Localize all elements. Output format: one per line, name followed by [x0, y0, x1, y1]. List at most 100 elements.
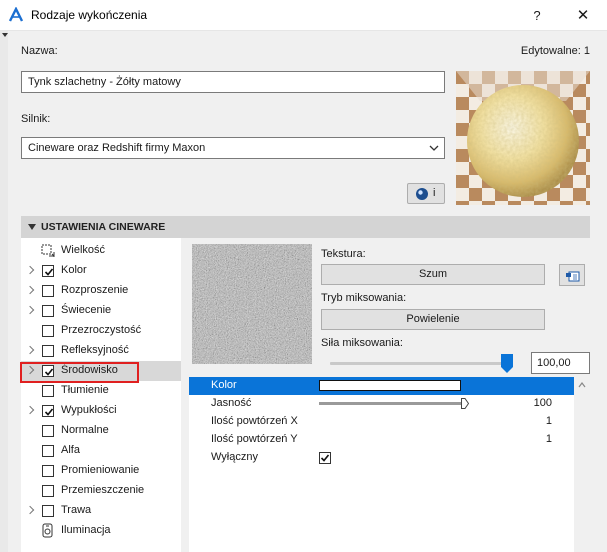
brightness-slider-thumb[interactable] [461, 398, 470, 409]
tree-item-wielkosc[interactable]: Wielkość [21, 241, 181, 261]
render-settings-button[interactable]: i [407, 183, 445, 204]
property-name: Wyłączny [211, 451, 258, 463]
property-table: Kolor Jasność 100 Ilość powtórzeń X 1 Ilość p… [189, 377, 574, 552]
property-name: Jasność [211, 397, 252, 409]
tree-item-label: Przemieszczenie [61, 484, 145, 496]
texture-preview [192, 244, 312, 364]
tree-item-promieniowanie[interactable]: Promieniowanie [21, 461, 181, 481]
channel-checkbox[interactable] [42, 445, 54, 457]
help-button[interactable]: ? [520, 4, 554, 28]
channel-checkbox[interactable] [42, 405, 54, 417]
property-row-wylaczny[interactable]: Wyłączny [189, 449, 574, 467]
tree-item-label: Promieniowanie [61, 464, 140, 476]
channel-checkbox[interactable] [42, 345, 54, 357]
blend-strength-slider-thumb[interactable] [501, 354, 513, 373]
property-row-ilosc-powtorzen-x[interactable]: Ilość powtórzeń X 1 [189, 413, 574, 431]
blend-strength-input[interactable]: 100,00 [531, 352, 590, 374]
folder-open-icon [566, 271, 580, 282]
tree-item-label: Normalne [61, 424, 109, 436]
property-name: Ilość powtórzeń Y [211, 433, 298, 445]
channel-checkbox[interactable] [42, 485, 54, 497]
tree-item-label: Wielkość [61, 244, 106, 256]
tree-item-przezroczystosc[interactable]: Przezroczystość [21, 321, 181, 341]
tree-item-label: Alfa [61, 444, 80, 456]
channel-checkbox[interactable] [42, 265, 54, 277]
collapse-arrow-icon[interactable] [2, 33, 8, 37]
texture-label: Tekstura: [321, 248, 366, 260]
blend-mode-button[interactable]: Powielenie [321, 309, 545, 330]
name-input[interactable]: Tynk szlachetny - Żółty matowy [21, 71, 445, 93]
engine-select[interactable]: Cineware oraz Redshift firmy Maxon [21, 137, 445, 159]
brightness-slider-track[interactable] [319, 402, 465, 405]
tree-item-kolor[interactable]: Kolor [21, 261, 181, 281]
tree-item-label: Kolor [61, 264, 87, 276]
channel-checkbox[interactable] [42, 505, 54, 517]
tree-item-label: Wypukłości [61, 404, 117, 416]
property-name: Ilość powtórzeń X [211, 415, 298, 427]
tree-item-label: Iluminacja [61, 524, 111, 536]
scroll-up-icon[interactable] [578, 382, 586, 388]
tree-item-label: Rozproszenie [61, 284, 129, 296]
expand-triangle-icon[interactable] [28, 224, 36, 230]
scrollbar[interactable] [574, 377, 590, 552]
expand-arrow-icon[interactable] [25, 505, 35, 515]
tree-item-rozproszenie[interactable]: Rozproszenie [21, 281, 181, 301]
tree-item-label: Przezroczystość [61, 324, 142, 336]
property-name: Kolor [211, 379, 237, 391]
expand-arrow-icon[interactable] [25, 285, 35, 295]
tree-item-wypuklosci[interactable]: Wypukłości [21, 401, 181, 421]
chevron-down-icon [429, 145, 439, 151]
annotation-highlight-box [20, 362, 139, 383]
property-value[interactable]: 100 [534, 397, 552, 409]
tree-item-label: Refleksyjność [61, 344, 129, 356]
tree-item-alfa[interactable]: Alfa [21, 441, 181, 461]
tree-item-przemieszczenie[interactable]: Przemieszczenie [21, 481, 181, 501]
channel-checkbox[interactable] [42, 465, 54, 477]
close-button[interactable]: ✕ [566, 4, 600, 28]
channel-checkbox[interactable] [42, 385, 54, 397]
material-preview [456, 71, 590, 205]
cinema4d-icon [416, 188, 428, 200]
size-icon [40, 243, 55, 258]
name-label: Nazwa: [21, 45, 58, 57]
illumination-icon [40, 523, 55, 538]
tree-item-tlumienie[interactable]: Tłumienie [21, 381, 181, 401]
expand-arrow-icon[interactable] [25, 345, 35, 355]
property-value[interactable]: 1 [546, 433, 552, 445]
render-button-label: i [433, 187, 436, 199]
property-row-jasnosc[interactable]: Jasność 100 [189, 395, 574, 413]
section-title: USTAWIENIA CINEWARE [41, 221, 166, 233]
property-row-ilosc-powtorzen-y[interactable]: Ilość powtórzeń Y 1 [189, 431, 574, 449]
tree-item-iluminacja[interactable]: Iluminacja [21, 521, 181, 541]
tree-item-swiecenie[interactable]: Świecenie [21, 301, 181, 321]
color-swatch[interactable] [319, 380, 461, 391]
expand-arrow-icon[interactable] [25, 305, 35, 315]
window-title: Rodzaje wykończenia [31, 8, 148, 22]
side-edge [0, 31, 8, 552]
exclusive-checkbox[interactable] [319, 452, 331, 464]
tree-item-normalne[interactable]: Normalne [21, 421, 181, 441]
tree-item-label: Tłumienie [61, 384, 109, 396]
property-value[interactable]: 1 [546, 415, 552, 427]
blend-strength-track[interactable] [330, 362, 510, 365]
editable-count: Edytowalne: 1 [520, 45, 590, 57]
channel-checkbox[interactable] [42, 325, 54, 337]
engine-label: Silnik: [21, 113, 51, 125]
expand-arrow-icon[interactable] [25, 405, 35, 415]
texture-button[interactable]: Szum [321, 264, 545, 285]
tree-item-label: Trawa [61, 504, 92, 516]
channel-checkbox[interactable] [42, 285, 54, 297]
channel-tree: Wielkość Kolor Rozproszenie Świecenie Przezr… [21, 238, 181, 552]
channel-checkbox[interactable] [42, 305, 54, 317]
tree-item-refleksyjnosc[interactable]: Refleksyjność [21, 341, 181, 361]
tree-item-label: Świecenie [61, 304, 112, 316]
property-row-kolor[interactable]: Kolor [189, 377, 574, 395]
channel-checkbox[interactable] [42, 425, 54, 437]
blend-mode-label: Tryb miksowania: [321, 292, 407, 304]
texture-browse-button[interactable] [559, 264, 585, 286]
engine-select-value: Cineware oraz Redshift firmy Maxon [28, 142, 206, 154]
blend-strength-label: Siła miksowania: [321, 337, 403, 349]
expand-arrow-icon[interactable] [25, 265, 35, 275]
tree-item-trawa[interactable]: Trawa [21, 501, 181, 521]
archicad-app-icon [8, 6, 24, 23]
